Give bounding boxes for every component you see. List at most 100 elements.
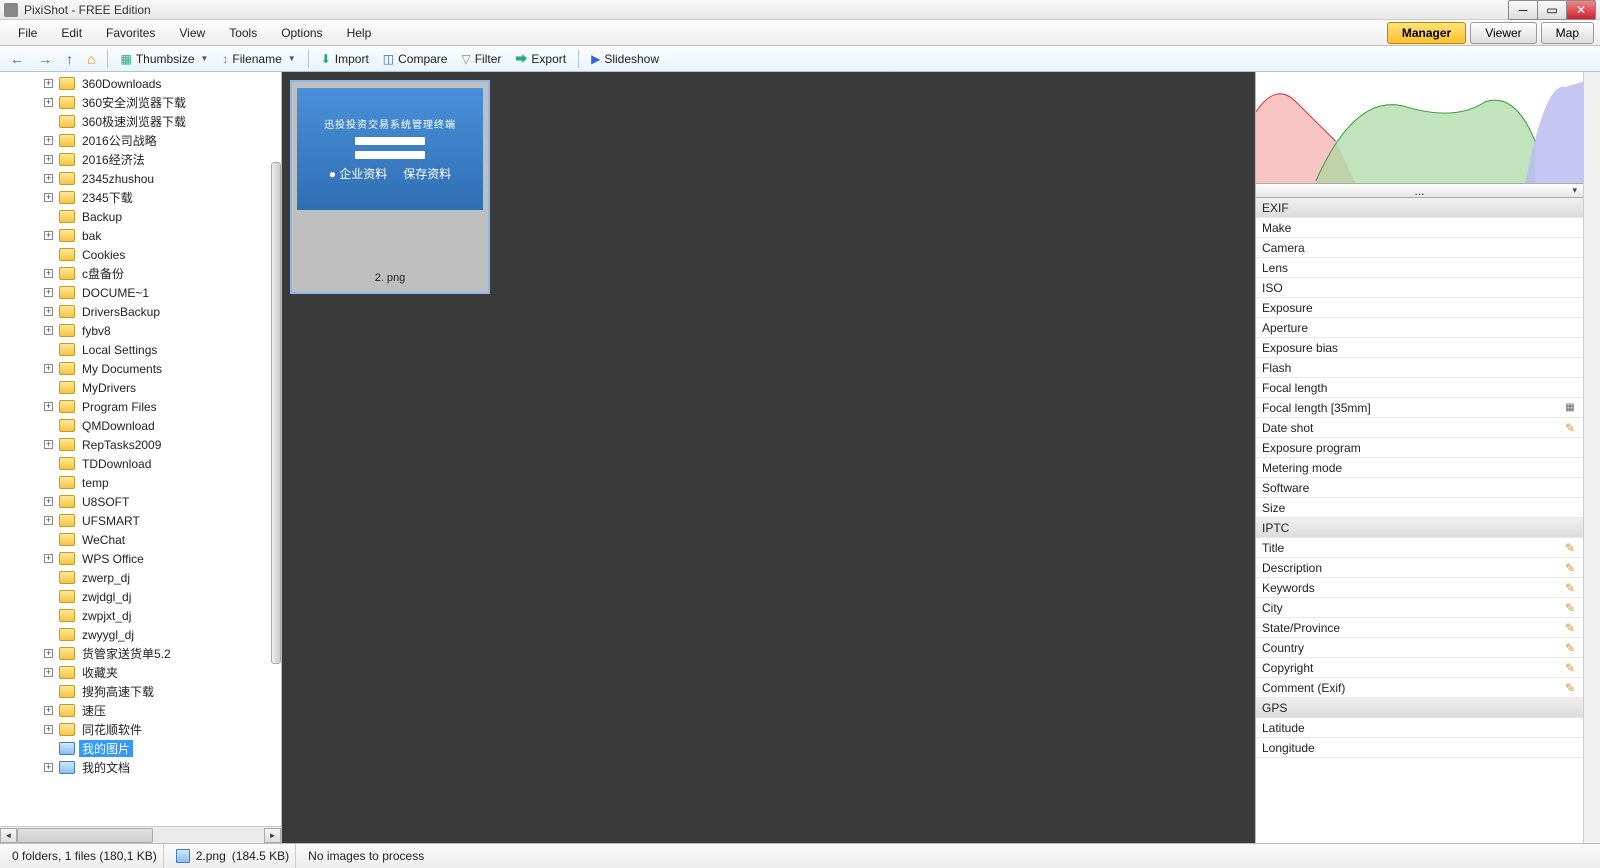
meta-row[interactable]: City (1256, 598, 1583, 618)
tree-item[interactable]: zwyygl_dj (0, 625, 281, 644)
tree-item[interactable]: +bak (0, 226, 281, 245)
expander-icon[interactable]: + (44, 193, 53, 202)
tree-item[interactable]: +收藏夹 (0, 663, 281, 682)
tree-item[interactable]: +货管家送货单5.2 (0, 644, 281, 663)
tree-item[interactable]: 我的图片 (0, 739, 281, 758)
edit-pencil-icon[interactable] (1561, 599, 1579, 617)
filename-sort-dropdown[interactable]: ↕Filename▼ (216, 50, 301, 68)
menu-favorites[interactable]: Favorites (94, 22, 167, 44)
expander-icon[interactable]: + (44, 155, 53, 164)
tree-item[interactable]: +UFSMART (0, 511, 281, 530)
mode-tab-viewer[interactable]: Viewer (1470, 22, 1536, 44)
tree-item[interactable]: +DOCUME~1 (0, 283, 281, 302)
tree-item[interactable]: TDDownload (0, 454, 281, 473)
tree-item[interactable]: MyDrivers (0, 378, 281, 397)
edit-pencil-icon[interactable] (1561, 619, 1579, 637)
tree-item[interactable]: 搜狗高速下载 (0, 682, 281, 701)
import-button[interactable]: ⬇Import (315, 50, 375, 68)
tree-item[interactable]: +速压 (0, 701, 281, 720)
mode-tab-map[interactable]: Map (1541, 22, 1594, 44)
tree-item[interactable]: Backup (0, 207, 281, 226)
maximize-button[interactable]: ▭ (1537, 0, 1567, 20)
meta-row[interactable]: Comment (Exif) (1256, 678, 1583, 698)
compare-button[interactable]: ◫Compare (377, 50, 454, 68)
tree-item[interactable]: Local Settings (0, 340, 281, 359)
edit-pencil-icon[interactable] (1561, 679, 1579, 697)
close-button[interactable]: ✕ (1566, 0, 1596, 20)
meta-row[interactable]: State/Province (1256, 618, 1583, 638)
menu-edit[interactable]: Edit (49, 22, 94, 44)
tree-item[interactable]: +WPS Office (0, 549, 281, 568)
expander-icon[interactable]: + (44, 554, 53, 563)
tree-item[interactable]: QMDownload (0, 416, 281, 435)
expander-icon[interactable]: + (44, 79, 53, 88)
expander-icon[interactable]: + (44, 98, 53, 107)
calc-icon[interactable] (1561, 399, 1579, 417)
nav-back-button[interactable]: ← (4, 49, 30, 69)
edit-pencil-icon[interactable] (1561, 419, 1579, 437)
expander-icon[interactable]: + (44, 440, 53, 449)
expander-icon[interactable]: + (44, 497, 53, 506)
tree-item[interactable]: zwpjxt_dj (0, 606, 281, 625)
edit-pencil-icon[interactable] (1561, 639, 1579, 657)
tree-item[interactable]: Cookies (0, 245, 281, 264)
histogram[interactable] (1256, 72, 1583, 184)
slideshow-button[interactable]: ▶Slideshow (585, 50, 665, 68)
expander-icon[interactable]: + (44, 231, 53, 240)
tree-item[interactable]: +360Downloads (0, 74, 281, 93)
tree-item[interactable]: +RepTasks2009 (0, 435, 281, 454)
tree-item[interactable]: +2016经济法 (0, 150, 281, 169)
tree-item[interactable]: +同花顺软件 (0, 720, 281, 739)
edit-pencil-icon[interactable] (1561, 559, 1579, 577)
tree-item[interactable]: +我的文档 (0, 758, 281, 777)
tree-item[interactable]: +2345zhushou (0, 169, 281, 188)
mode-tab-manager[interactable]: Manager (1387, 22, 1466, 44)
filter-button[interactable]: ▽Filter (455, 50, 507, 68)
tree-item[interactable]: +2345下载 (0, 188, 281, 207)
tree-item[interactable]: +fybv8 (0, 321, 281, 340)
meta-row[interactable]: Country (1256, 638, 1583, 658)
tree-item[interactable]: zwjdgl_dj (0, 587, 281, 606)
meta-row[interactable]: Description (1256, 558, 1583, 578)
expander-icon[interactable]: + (44, 326, 53, 335)
histogram-dropdown[interactable]: ... (1256, 184, 1583, 198)
edit-pencil-icon[interactable] (1561, 659, 1579, 677)
menu-tools[interactable]: Tools (217, 22, 269, 44)
menu-view[interactable]: View (167, 22, 217, 44)
menu-file[interactable]: File (6, 22, 49, 44)
tree-item[interactable]: +360安全浏览器下载 (0, 93, 281, 112)
expander-icon[interactable]: + (44, 288, 53, 297)
export-button[interactable]: ⮕Export (509, 48, 572, 69)
expander-icon[interactable]: + (44, 174, 53, 183)
minimize-button[interactable]: ─ (1508, 0, 1538, 20)
tree-item[interactable]: WeChat (0, 530, 281, 549)
tree-item[interactable]: +DriversBackup (0, 302, 281, 321)
expander-icon[interactable]: + (44, 136, 53, 145)
folder-tree[interactable]: +360Downloads+360安全浏览器下载360极速浏览器下载+2016公… (0, 72, 281, 826)
expander-icon[interactable]: + (44, 706, 53, 715)
expander-icon[interactable]: + (44, 269, 53, 278)
expander-icon[interactable]: + (44, 763, 53, 772)
expander-icon[interactable]: + (44, 364, 53, 373)
tree-item[interactable]: +2016公司战略 (0, 131, 281, 150)
expander-icon[interactable]: + (44, 402, 53, 411)
menu-options[interactable]: Options (269, 22, 334, 44)
tree-item[interactable]: +U8SOFT (0, 492, 281, 511)
sidebar-resize-handle[interactable] (271, 162, 281, 662)
menu-help[interactable]: Help (335, 22, 384, 44)
nav-forward-button[interactable]: → (32, 49, 58, 69)
expander-icon[interactable]: + (44, 307, 53, 316)
meta-row[interactable]: Date shot (1256, 418, 1583, 438)
tree-item[interactable]: +c盘备份 (0, 264, 281, 283)
sidebar-scrollbar[interactable]: ◄► (0, 826, 281, 843)
tree-item[interactable]: +My Documents (0, 359, 281, 378)
meta-row[interactable]: Keywords (1256, 578, 1583, 598)
edit-pencil-icon[interactable] (1561, 539, 1579, 557)
tree-item[interactable]: +Program Files (0, 397, 281, 416)
thumbnail-item[interactable]: 迅投投资交易系统管理终端 ● 企业资料保存资料 2. png (290, 80, 490, 294)
expander-icon[interactable]: + (44, 516, 53, 525)
nav-home-button[interactable]: ⌂ (81, 49, 101, 69)
thumbsize-dropdown[interactable]: ▦Thumbsize▼ (114, 50, 214, 68)
nav-up-button[interactable]: ↑ (60, 49, 79, 69)
expander-icon[interactable]: + (44, 668, 53, 677)
